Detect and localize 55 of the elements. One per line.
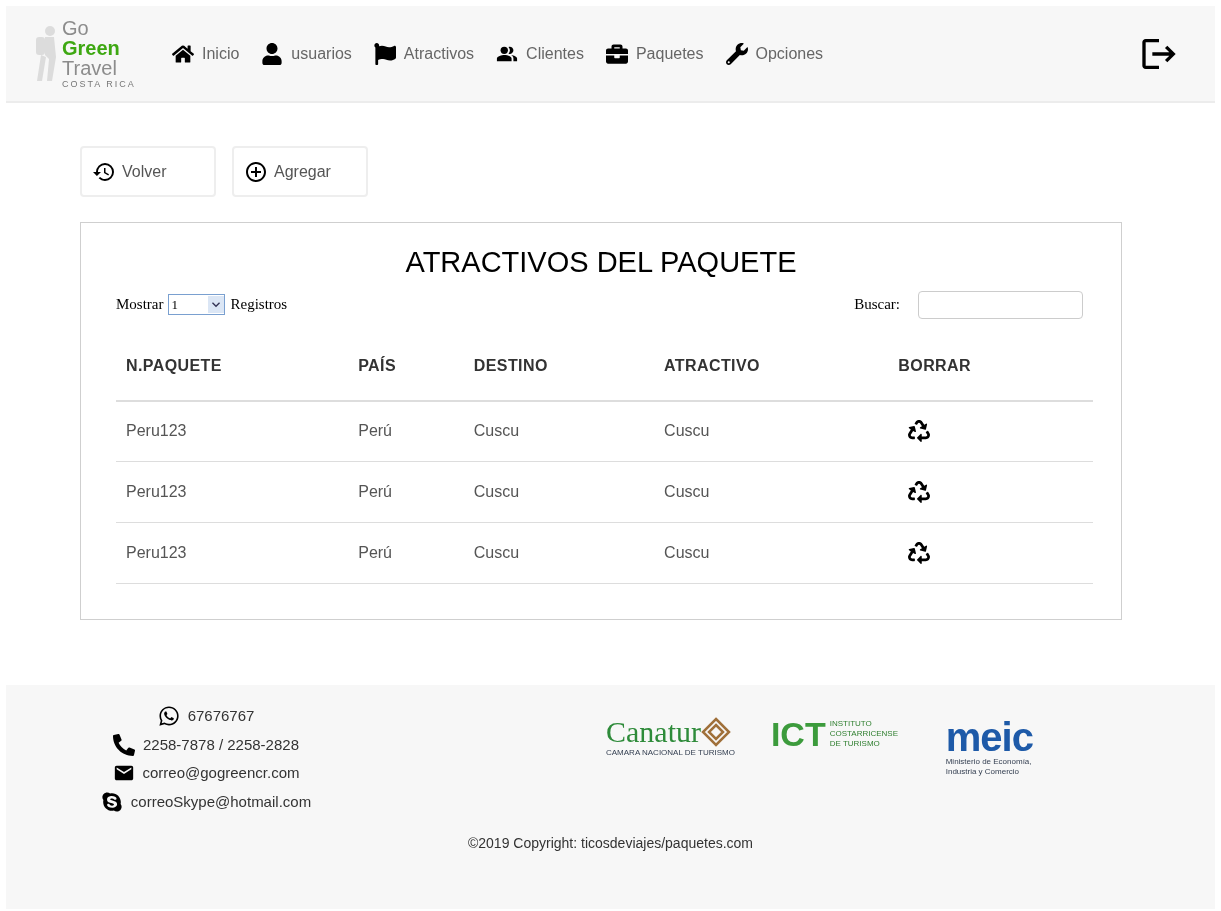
column-header: ATRACTIVO [654, 353, 889, 401]
table-cell: Peru123 [116, 461, 349, 523]
panel-title: ATRACTIVOS DEL PAQUETE [404, 245, 798, 280]
table-cell: Cuscu [654, 522, 889, 584]
show-suffix-label: Registros [230, 295, 288, 315]
table-cell: Perú [348, 461, 464, 523]
nav-link[interactable]: Paquetes [605, 41, 704, 66]
table-cell: Perú [348, 400, 464, 462]
phone-icon [113, 733, 135, 756]
flag-icon [373, 42, 396, 65]
column-header: N.PAQUETE [116, 353, 349, 401]
skype-icon [100, 790, 123, 813]
table-cell: Peru123 [116, 400, 349, 462]
logo-caption: INSTITUTO COSTARRICENSE DE TURISMO [829, 719, 899, 749]
logo-caption: Ministerio de Economía, Industria y Comercio [945, 757, 1033, 777]
contact-text: correo@gogreencr.com [142, 763, 300, 783]
logo-wordmark: Canatur [606, 717, 701, 747]
table-cell: Cuscu [463, 400, 655, 462]
nav-link[interactable]: Atractivos [373, 41, 475, 66]
wrench-icon [725, 42, 748, 65]
search-label: Buscar: [854, 295, 900, 315]
table-cell: Cuscu [463, 461, 655, 523]
logo[interactable]: Go Green Travel COSTA RICA [62, 18, 158, 89]
nav-link[interactable]: usuarios [261, 41, 352, 66]
nav-link[interactable]: Clientes [496, 41, 584, 66]
action-button[interactable]: Agregar [232, 146, 368, 197]
logo-wordmark: meic [945, 717, 1033, 757]
search-field[interactable] [918, 290, 1083, 319]
page-size-select[interactable]: 1 [167, 294, 225, 315]
logo-wordmark: ICT [770, 717, 826, 751]
nav-link[interactable]: Inicio [172, 41, 240, 66]
copyright-text: ©2019 Copyright: ticosdeviajes/paquetes.com [467, 834, 754, 853]
briefcase-icon [605, 42, 628, 65]
table-cell: Peru123 [116, 522, 349, 584]
recycle-icon[interactable] [908, 420, 931, 443]
whatsapp-icon [157, 705, 180, 728]
table-cell: Cuscu [463, 522, 655, 584]
user-icon [261, 42, 284, 65]
column-header: BORRAR [888, 353, 1093, 401]
recycle-icon[interactable] [908, 542, 931, 564]
show-label: Mostrar [116, 295, 164, 315]
frame-logo-icon [700, 717, 731, 747]
contact-text: correoSkype@hotmail.com [130, 791, 312, 812]
table-cell: Cuscu [654, 400, 889, 462]
column-header: PAÍS [348, 353, 464, 401]
contact-text: 2258-7878 / 2258-2828 [143, 734, 299, 755]
logo-caption: CAMARA NACIONAL DE TURISMO [606, 747, 735, 759]
nav-link[interactable]: Opciones [725, 41, 824, 66]
contact-text: 67676767 [187, 706, 255, 726]
table-cell: Perú [348, 522, 464, 584]
table-cell: Cuscu [654, 461, 889, 523]
recycle-icon[interactable] [908, 481, 931, 503]
column-header: DESTINO [463, 353, 655, 401]
action-button[interactable]: Volver [80, 146, 216, 197]
home-icon [172, 42, 194, 65]
